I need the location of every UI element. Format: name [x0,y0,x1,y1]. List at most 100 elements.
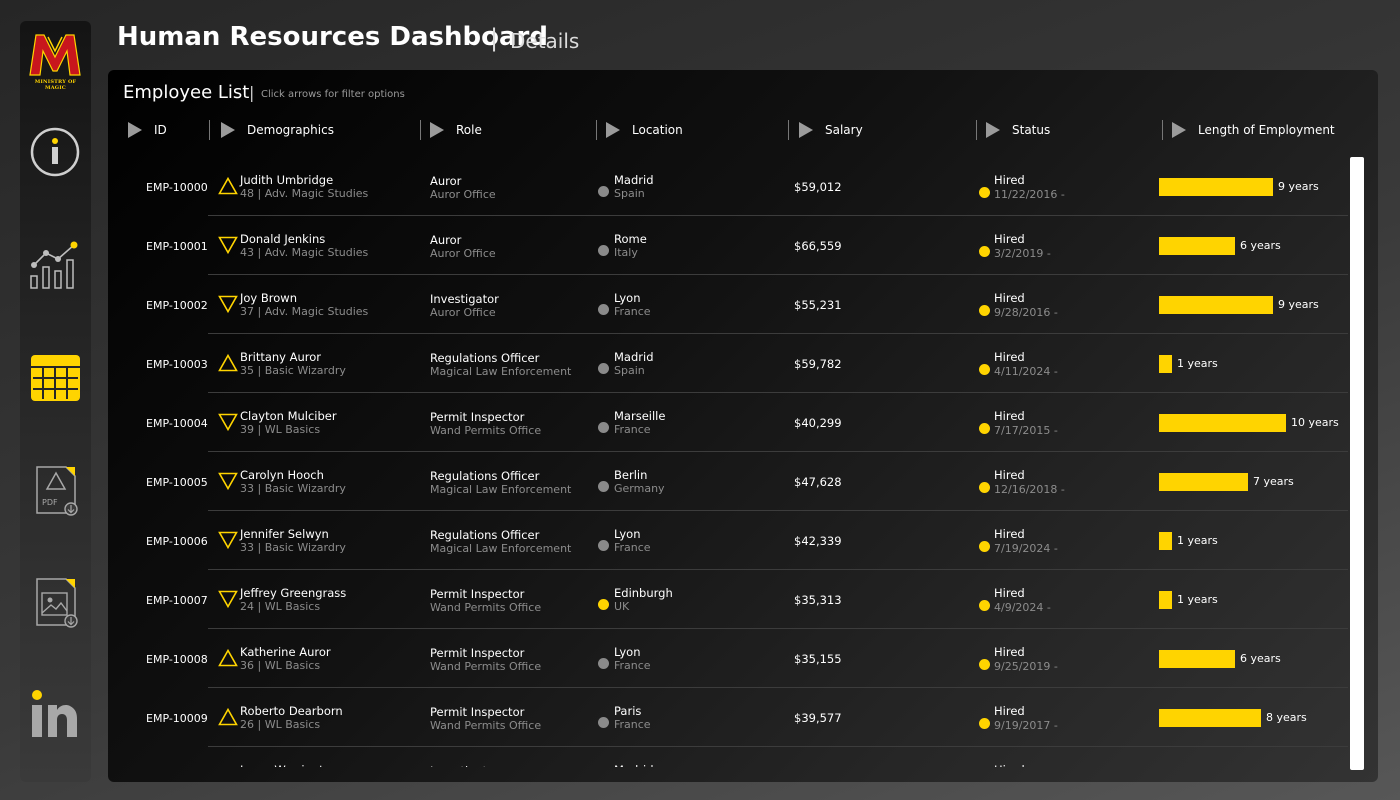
employee-status: Hired [994,468,1025,482]
employee-demographics: 43 | Adv. Magic Studies [240,246,369,259]
employee-salary: $55,231 [794,298,842,312]
employment-length-label: 1 years [1177,357,1218,370]
employee-status: Hired [994,350,1025,364]
employee-office: Wand Permits Office [430,601,542,614]
employee-name: Jeffrey Greengrass [240,586,347,600]
panel-title: Employee List [123,82,250,103]
column-header-id[interactable]: ID [128,120,167,140]
scrollbar[interactable] [1350,157,1364,770]
employee-country: France [614,659,651,672]
ministry-logo[interactable]: MINISTRY OF MAGIC [24,31,87,91]
employment-length-label: 1 years [1177,534,1218,547]
filter-arrow-icon[interactable] [430,122,444,138]
column-label: Salary [825,123,863,137]
employee-salary: $59,012 [794,180,842,194]
employee-name: Roberto Dearborn [240,704,343,718]
employee-id: EMP-10007 [146,594,208,607]
filter-arrow-icon[interactable] [1172,122,1186,138]
status-dot [979,600,990,611]
employment-length-label: 1 years [1177,593,1218,606]
employee-role: Auror [430,233,462,247]
title-separator: | [490,24,499,52]
column-header-status[interactable]: Status [986,120,1050,140]
panel-hint: Click arrows for filter options [261,89,405,100]
table-row[interactable]: EMP-10000 Judith Umbridge 48 | Adv. Magic … [108,157,1348,216]
employee-role: Permit Inspector [430,587,525,601]
employee-country: Spain [614,187,645,200]
hire-date: 12/16/2018 - [994,483,1065,496]
status-dot [979,659,990,670]
employee-country: France [614,541,651,554]
location-dot [598,304,609,315]
employee-role: Permit Inspector [430,705,525,719]
page-subtitle: Details [510,29,580,53]
employee-name: Jennifer Selwyn [240,527,329,541]
employee-country: France [614,718,651,731]
triangle-down-icon [218,295,238,313]
column-header-length-of-employment[interactable]: Length of Employment [1172,120,1335,140]
nav-export-pdf[interactable]: PDF [20,461,91,531]
status-dot [979,423,990,434]
triangle-down-icon [218,531,238,549]
column-header-location[interactable]: Location [606,120,683,140]
status-dot [979,364,990,375]
triangle-down-icon [218,472,238,490]
employee-demographics: 39 | WL Basics [240,423,321,436]
filter-arrow-icon[interactable] [986,122,1000,138]
employee-id: EMP-10000 [146,181,208,194]
filter-arrow-icon[interactable] [128,122,142,138]
table-row[interactable]: EMP-10007 Jeffrey Greengrass 24 | WL Basic… [108,570,1348,629]
table-row[interactable]: EMP-10002 Joy Brown 37 | Adv. Magic Studie… [108,275,1348,334]
employee-city: Edinburgh [614,586,673,600]
triangle-up-icon [218,354,238,372]
employee-role: Regulations Officer [430,351,540,365]
employment-length-bar [1159,178,1273,196]
table-row[interactable]: EMP-10010Jason WarringtonInvestigatorMad… [108,747,1348,767]
logo-text: MINISTRY OF MAGIC [34,79,77,91]
column-divider [596,120,597,140]
employee-salary: $59,782 [794,357,842,371]
employment-length-bar [1159,650,1235,668]
employee-office: Wand Permits Office [430,424,542,437]
column-label: Length of Employment [1198,123,1335,137]
employee-status: Hired [994,704,1025,718]
nav-charts[interactable] [20,233,91,303]
employee-id: EMP-10003 [146,358,208,371]
table-row[interactable]: EMP-10009 Roberto Dearborn 26 | WL Basics P… [108,688,1348,747]
employee-status: Hired [994,645,1025,659]
column-header-demographics[interactable]: Demographics [221,120,334,140]
table-row[interactable]: EMP-10004 Clayton Mulciber 39 | WL Basics P… [108,393,1348,452]
nav-linkedin[interactable] [20,683,91,753]
employee-city: Madrid [614,763,654,767]
column-label: Demographics [247,123,334,137]
status-dot [979,482,990,493]
employee-country: France [614,305,651,318]
hire-date: 4/9/2024 - [994,601,1051,614]
employee-city: Madrid [614,350,654,364]
column-divider [1162,120,1163,140]
employee-id: EMP-10006 [146,535,208,548]
filter-arrow-icon[interactable] [606,122,620,138]
logo-m-icon [29,34,81,76]
triangle-up-icon [218,708,238,726]
nav-info[interactable] [20,119,91,189]
panel-separator: | [249,83,255,102]
employment-length-bar [1159,473,1248,491]
location-dot [598,363,609,374]
nav-export-image[interactable] [20,573,91,643]
nav-table[interactable] [20,343,91,413]
filter-arrow-icon[interactable] [221,122,235,138]
employee-salary: $39,577 [794,711,842,725]
hire-date: 4/11/2024 - [994,365,1058,378]
employee-office: Auror Office [430,188,496,201]
hire-date: 3/2/2019 - [994,247,1051,260]
table-row[interactable]: EMP-10003 Brittany Auror 35 | Basic Wizard… [108,334,1348,393]
table-row[interactable]: EMP-10001 Donald Jenkins 43 | Adv. Magic S… [108,216,1348,275]
column-header-salary[interactable]: Salary [799,120,863,140]
table-row[interactable]: EMP-10006 Jennifer Selwyn 33 | Basic Wizar… [108,511,1348,570]
filter-arrow-icon[interactable] [799,122,813,138]
employee-city: Berlin [614,468,648,482]
table-row[interactable]: EMP-10005 Carolyn Hooch 33 | Basic Wizardr… [108,452,1348,511]
table-row[interactable]: EMP-10008 Katherine Auror 36 | WL Basics Pe… [108,629,1348,688]
column-header-role[interactable]: Role [430,120,482,140]
